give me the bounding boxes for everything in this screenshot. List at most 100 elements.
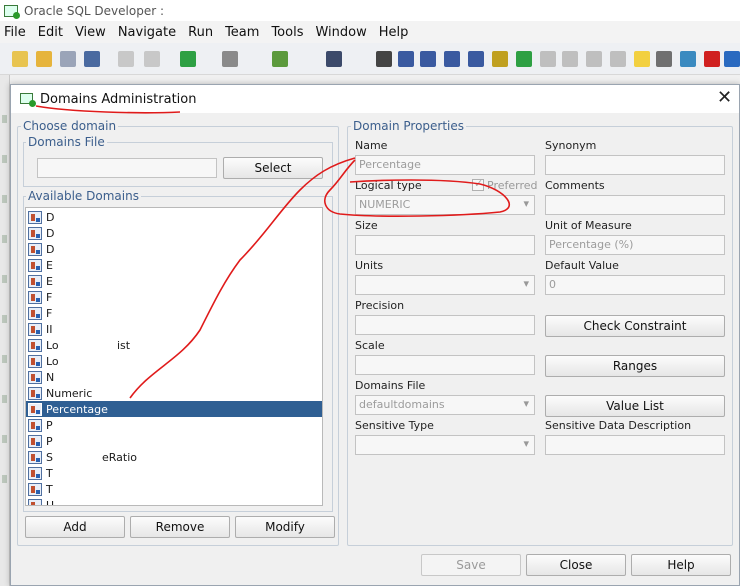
logical-type-select[interactable]: NUMERIC bbox=[355, 195, 535, 215]
size-field[interactable] bbox=[355, 235, 535, 255]
domain-list-item[interactable]: SeRatio bbox=[26, 449, 322, 465]
key-icon[interactable] bbox=[492, 51, 508, 67]
sql-icon[interactable] bbox=[272, 51, 288, 67]
domain-list-item[interactable]: P bbox=[26, 417, 322, 433]
comments-label: Comments bbox=[545, 179, 605, 192]
binoculars-icon[interactable] bbox=[326, 51, 342, 67]
remove-button[interactable]: Remove bbox=[130, 516, 230, 538]
domain-item-label: Lo bbox=[46, 338, 59, 352]
save-button[interactable]: Save bbox=[421, 554, 521, 576]
grey1-icon[interactable] bbox=[540, 51, 556, 67]
domain-item-label: E bbox=[46, 258, 53, 272]
new-icon[interactable] bbox=[12, 51, 28, 67]
table-icon[interactable] bbox=[398, 51, 414, 67]
type-icon bbox=[28, 258, 42, 272]
domain-list-item[interactable]: D bbox=[26, 209, 322, 225]
menu-run[interactable]: Run bbox=[188, 25, 213, 40]
domain-item-label: S bbox=[46, 450, 53, 464]
precision-label: Precision bbox=[355, 299, 405, 312]
sequence-icon[interactable] bbox=[468, 51, 484, 67]
close-icon[interactable]: ✕ bbox=[717, 87, 732, 109]
menu-help[interactable]: Help bbox=[379, 25, 409, 40]
unit-of-measure-field[interactable]: Percentage (%) bbox=[545, 235, 725, 255]
double-left-icon[interactable] bbox=[724, 51, 740, 67]
type-icon bbox=[28, 498, 42, 505]
domain-item-label: T bbox=[46, 482, 53, 496]
window-title: Oracle SQL Developer : bbox=[24, 3, 164, 18]
domain-list-item[interactable]: P bbox=[26, 433, 322, 449]
domain-list-item[interactable]: F bbox=[26, 305, 322, 321]
sensitive-type-select[interactable] bbox=[355, 435, 535, 455]
check-constraint-button[interactable]: Check Constraint bbox=[545, 315, 725, 337]
arrow-right-icon[interactable] bbox=[516, 51, 532, 67]
select-button[interactable]: Select bbox=[223, 157, 323, 179]
domain-list-item[interactable]: E bbox=[26, 257, 322, 273]
domain-list-item[interactable]: D bbox=[26, 225, 322, 241]
domain-list-item[interactable]: T bbox=[26, 481, 322, 497]
domain-list-item[interactable]: D bbox=[26, 241, 322, 257]
back-icon[interactable] bbox=[180, 51, 196, 67]
menu-tools[interactable]: Tools bbox=[271, 25, 303, 40]
domain-list-item[interactable]: II bbox=[26, 321, 322, 337]
view-icon[interactable] bbox=[420, 51, 436, 67]
domain-list-item[interactable]: E bbox=[26, 273, 322, 289]
menu-view[interactable]: View bbox=[75, 25, 106, 40]
default-value-field[interactable]: 0 bbox=[545, 275, 725, 295]
menu-team[interactable]: Team bbox=[225, 25, 259, 40]
image-icon[interactable] bbox=[680, 51, 696, 67]
rect-icon[interactable] bbox=[656, 51, 672, 67]
menu-navigate[interactable]: Navigate bbox=[118, 25, 176, 40]
domain-item-label: Percentage bbox=[46, 402, 108, 416]
close-button[interactable]: Close bbox=[526, 554, 626, 576]
domain-list-item[interactable]: T bbox=[26, 465, 322, 481]
save-icon[interactable] bbox=[60, 51, 76, 67]
add-button[interactable]: Add bbox=[25, 516, 125, 538]
dialog-title-bar: Domains Administration ✕ bbox=[11, 85, 739, 113]
delete-icon[interactable] bbox=[704, 51, 720, 67]
menu-edit[interactable]: Edit bbox=[38, 25, 63, 40]
modify-button[interactable]: Modify bbox=[235, 516, 335, 538]
save-all-icon[interactable] bbox=[84, 51, 100, 67]
name-field[interactable]: Percentage bbox=[355, 155, 535, 175]
domain-list[interactable]: D D D E E F F II Lo ist Lo N Numeric Percentage P P SeRa… bbox=[25, 207, 323, 506]
cursor-icon[interactable] bbox=[376, 51, 392, 67]
domain-list-item[interactable]: Lo ist bbox=[26, 337, 322, 353]
sensitive-desc-field[interactable] bbox=[545, 435, 725, 455]
domain-list-item[interactable]: Lo bbox=[26, 353, 322, 369]
ranges-button[interactable]: Ranges bbox=[545, 355, 725, 377]
value-list-button[interactable]: Value List bbox=[545, 395, 725, 417]
type-icon bbox=[28, 482, 42, 496]
domain-list-item[interactable]: F bbox=[26, 289, 322, 305]
comments-field[interactable] bbox=[545, 195, 725, 215]
sensitive-type-label: Sensitive Type bbox=[355, 419, 434, 432]
name-label: Name bbox=[355, 139, 388, 152]
grey4-icon[interactable] bbox=[610, 51, 626, 67]
domain-list-item[interactable]: Percentage bbox=[26, 401, 322, 417]
domain-list-item[interactable]: U bbox=[26, 497, 322, 506]
domains-file-input[interactable] bbox=[37, 158, 217, 178]
index-icon[interactable] bbox=[444, 51, 460, 67]
precision-field[interactable] bbox=[355, 315, 535, 335]
dialog-icon bbox=[20, 93, 36, 107]
domain-list-item[interactable]: Numeric bbox=[26, 385, 322, 401]
forward-icon[interactable] bbox=[222, 51, 238, 67]
type-icon bbox=[28, 354, 42, 368]
domains-file-select[interactable]: defaultdomains bbox=[355, 395, 535, 415]
domain-list-item[interactable]: N bbox=[26, 369, 322, 385]
domain-list-scrollbar[interactable]: ▲ ▼ bbox=[322, 208, 323, 506]
undo-icon[interactable] bbox=[118, 51, 134, 67]
redo-icon[interactable] bbox=[144, 51, 160, 67]
menu-window[interactable]: Window bbox=[315, 25, 366, 40]
preferred-checkbox[interactable]: Preferred bbox=[472, 177, 538, 192]
grey3-icon[interactable] bbox=[586, 51, 602, 67]
synonym-field[interactable] bbox=[545, 155, 725, 175]
domain-item-label: U bbox=[46, 498, 55, 506]
units-select[interactable] bbox=[355, 275, 535, 295]
domain-item-label: Lo bbox=[46, 354, 59, 368]
note-icon[interactable] bbox=[634, 51, 650, 67]
menu-file[interactable]: File bbox=[4, 25, 26, 40]
help-button[interactable]: Help bbox=[631, 554, 731, 576]
grey2-icon[interactable] bbox=[562, 51, 578, 67]
open-icon[interactable] bbox=[36, 51, 52, 67]
scale-field[interactable] bbox=[355, 355, 535, 375]
